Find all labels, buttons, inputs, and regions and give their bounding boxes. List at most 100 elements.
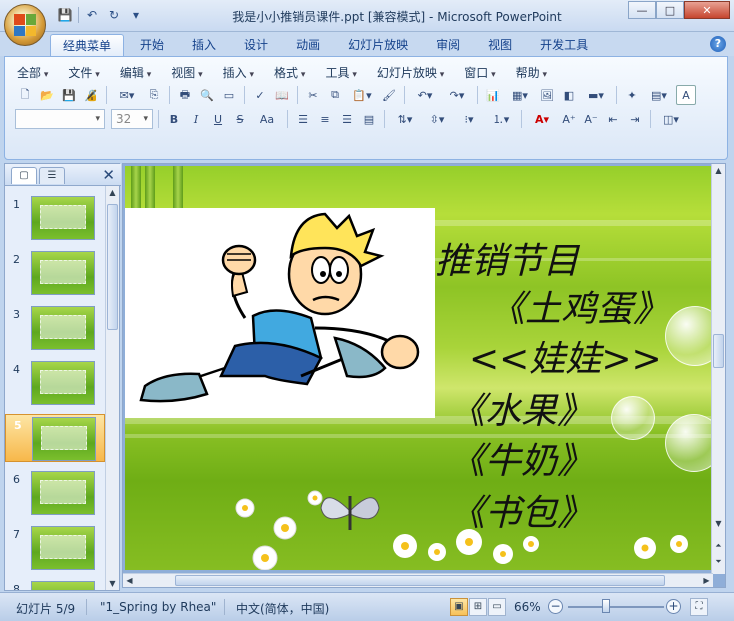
spelling-icon[interactable]: ✓ [250, 85, 270, 105]
increase-indent-icon[interactable]: ⇥ [625, 109, 645, 129]
maximize-button[interactable]: □ [656, 1, 684, 19]
save-file-icon[interactable]: 💾 [59, 85, 79, 105]
close-icon[interactable]: ✕ [102, 166, 115, 184]
insert-table-icon[interactable]: ▦▾ [505, 85, 535, 105]
numbering-icon[interactable]: ⒈▾ [486, 109, 516, 129]
slide-sorter-view-button[interactable]: ⊞ [469, 598, 487, 616]
slide-horizontal-scrollbar[interactable]: ◀ ▶ [123, 573, 713, 587]
toolbar-redo-icon[interactable]: ↷▾ [442, 85, 472, 105]
font-name-combo[interactable]: ▾ [15, 109, 105, 129]
print-icon[interactable]: 🖶 [175, 85, 195, 105]
slide-layout-icon[interactable]: ▤▾ [644, 85, 674, 105]
minimize-button[interactable]: — [628, 1, 656, 19]
tab-7[interactable]: 视图 [476, 34, 524, 56]
menu-item[interactable]: 视图 [167, 63, 206, 82]
slide-show-icon[interactable]: ▭ [219, 85, 239, 105]
research-icon[interactable]: 📖 [272, 85, 292, 105]
toolbar-undo-icon[interactable]: ↶▾ [410, 85, 440, 105]
slide-thumbnail[interactable]: 8 [5, 579, 105, 590]
font-color-icon[interactable]: A▾ [527, 109, 557, 129]
change-case-button[interactable]: Aa [252, 109, 282, 129]
email-icon[interactable]: ✉▾ [112, 85, 142, 105]
scroll-up-icon[interactable]: ▲ [712, 164, 725, 177]
zoom-slider-thumb[interactable] [602, 599, 611, 613]
text-box-icon[interactable]: A [676, 85, 696, 105]
tab-slides[interactable]: ▢ [11, 167, 37, 184]
office-button[interactable] [4, 4, 46, 46]
slide-thumbnail[interactable]: 6 [5, 469, 105, 517]
menu-item[interactable]: 格式 [270, 63, 309, 82]
insert-picture-icon[interactable]: 🖼 [537, 85, 557, 105]
new-slide-icon[interactable]: ✦ [622, 85, 642, 105]
decrease-indent-icon[interactable]: ⇤ [603, 109, 623, 129]
format-painter-icon[interactable]: 🖌 [379, 85, 399, 105]
italic-button[interactable]: I [186, 109, 206, 129]
zoom-out-button[interactable]: − [548, 599, 563, 614]
paste-icon[interactable]: 📋▾ [347, 85, 377, 105]
insert-chart-icon[interactable]: 📊 [483, 85, 503, 105]
slide-thumbnail[interactable]: 3 [5, 304, 105, 352]
bullets-icon[interactable]: ⁝▾ [454, 109, 484, 129]
tab-1[interactable]: 开始 [128, 34, 176, 56]
new-document-icon[interactable]: 🗋 [15, 85, 35, 105]
print-preview-icon[interactable]: 🔍 [197, 85, 217, 105]
slide-thumbnail[interactable]: 4 [5, 359, 105, 407]
scroll-right-icon[interactable]: ▶ [700, 574, 713, 587]
menu-item[interactable]: 全部 [13, 63, 52, 82]
scroll-left-icon[interactable]: ◀ [123, 574, 136, 587]
scrollbar-thumb[interactable] [107, 204, 118, 330]
tab-2[interactable]: 插入 [180, 34, 228, 56]
menu-item[interactable]: 文件 [64, 63, 103, 82]
tab-8[interactable]: 开发工具 [528, 34, 600, 56]
scrollbar-thumb[interactable] [175, 575, 665, 586]
zoom-level[interactable]: 66% [514, 600, 541, 614]
slide-thumbnail[interactable]: 2 [5, 249, 105, 297]
tab-6[interactable]: 审阅 [424, 34, 472, 56]
shapes-icon[interactable]: ◫▾ [656, 109, 686, 129]
slide-thumbnail[interactable]: 1 [5, 194, 105, 242]
color-grayscale-icon[interactable]: ▬▾ [581, 85, 611, 105]
increase-font-icon[interactable]: A⁺ [559, 109, 579, 129]
scrollbar-thumb[interactable] [713, 334, 724, 368]
align-center-icon[interactable]: ≡ [315, 109, 335, 129]
copy-icon[interactable]: ⧉ [325, 85, 345, 105]
zoom-in-button[interactable]: + [666, 599, 681, 614]
tab-outline[interactable]: ☰ [39, 167, 65, 184]
decrease-font-icon[interactable]: A⁻ [581, 109, 601, 129]
insert-shape-icon[interactable]: ◧ [559, 85, 579, 105]
theme-name[interactable]: "1_Spring by Rhea" [100, 600, 216, 614]
menu-item[interactable]: 插入 [219, 63, 258, 82]
next-slide-icon[interactable]: ⏷ [712, 555, 725, 568]
publish-icon[interactable]: ⎘ [144, 85, 164, 105]
align-right-icon[interactable]: ☰ [337, 109, 357, 129]
previous-slide-icon[interactable]: ⏶ [712, 539, 725, 552]
menu-item[interactable]: 幻灯片放映 [373, 63, 448, 82]
align-text-icon[interactable]: ⇳▾ [422, 109, 452, 129]
help-icon[interactable]: ? [710, 36, 726, 52]
fit-to-window-button[interactable]: ⛶ [690, 598, 708, 616]
align-left-icon[interactable]: ☰ [293, 109, 313, 129]
menu-item[interactable]: 编辑 [116, 63, 155, 82]
slide-thumbnail[interactable]: 7 [5, 524, 105, 572]
slide-canvas[interactable]: 推销节目 《土鸡蛋》 <<娃娃>> 《水果》 《牛奶》 《书包》 [125, 166, 711, 570]
scroll-up-icon[interactable]: ▲ [106, 186, 119, 199]
slide-thumbnail[interactable]: 5 [5, 414, 105, 462]
menu-item[interactable]: 帮助 [512, 63, 551, 82]
scroll-down-icon[interactable]: ▼ [106, 577, 119, 590]
menu-item[interactable]: 窗口 [460, 63, 499, 82]
zoom-slider[interactable] [568, 606, 664, 608]
underline-button[interactable]: U [208, 109, 228, 129]
cut-icon[interactable]: ✂ [303, 85, 323, 105]
normal-view-button[interactable]: ▣ [450, 598, 468, 616]
cartoon-picture[interactable] [125, 208, 435, 418]
tab-3[interactable]: 设计 [232, 34, 280, 56]
scroll-down-icon[interactable]: ▼ [712, 517, 725, 530]
text-direction-icon[interactable]: ⇅▾ [390, 109, 420, 129]
tab-4[interactable]: 动画 [284, 34, 332, 56]
font-size-combo[interactable]: 32 ▾ [111, 109, 153, 129]
menu-item[interactable]: 工具 [321, 63, 360, 82]
language-indicator[interactable]: 中文(简体，中国) [236, 600, 329, 617]
slide-show-view-button[interactable]: ▭ [488, 598, 506, 616]
tab-0[interactable]: 经典菜单 [50, 34, 125, 56]
permission-icon[interactable]: 🔏 [81, 85, 101, 105]
